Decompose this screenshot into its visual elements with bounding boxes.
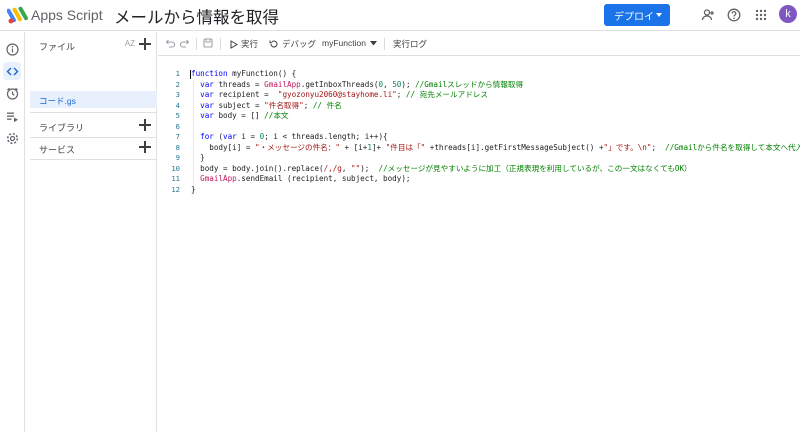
services-row[interactable]: サービス [30, 137, 157, 159]
line-number: 12 [171, 184, 180, 194]
files-label: ファイル [39, 42, 76, 52]
apps-script-logo-icon [7, 6, 28, 24]
file-panel: ファイル AZ コード.gs ライブラリ サービス [30, 32, 157, 432]
undo-icon[interactable] [165, 38, 175, 48]
help-icon[interactable] [725, 6, 743, 24]
code-line: var subject = "件名取得"; // 件名 [200, 100, 342, 110]
code-line: var body = [] //本文 [200, 111, 289, 120]
app-name: Apps Script [31, 7, 103, 23]
avatar[interactable]: k [779, 5, 797, 23]
left-rail [0, 32, 25, 432]
project-title[interactable]: メールから情報を取得 [110, 4, 283, 28]
save-icon[interactable] [203, 38, 213, 48]
line-number: 2 [175, 79, 180, 89]
add-file-icon[interactable] [139, 38, 151, 50]
add-library-icon[interactable] [139, 119, 151, 131]
apps-grid-icon[interactable] [752, 6, 770, 24]
code-editor[interactable]: 1 2 3 4 5 6 7 8 9 10 11 12 function myFunction() { … [158, 57, 800, 432]
line-number: 7 [175, 132, 180, 141]
toolbar-separator [384, 38, 385, 50]
chevron-down-icon [369, 40, 377, 45]
line-number: 1 [175, 69, 180, 78]
chevron-down-icon [656, 13, 662, 17]
line-number: 6 [175, 121, 180, 131]
execution-log-label: 実行ログ [393, 39, 428, 49]
code-line: function myFunction() { [191, 69, 297, 78]
libraries-label: ライブラリ [39, 123, 85, 133]
run-button[interactable]: 実行 [230, 38, 258, 50]
code-line: body[i] = "・メッセージの件名：" + [i+1]+ "件目は「" +… [191, 142, 800, 152]
code-line: for (var i = 0; i < threads.length; i++)… [200, 132, 388, 141]
code-line: var recipient = "gyozonyu2060@stayhome.l… [200, 90, 488, 99]
services-label: サービス [39, 145, 76, 155]
debug-label: デバッグ [282, 39, 317, 49]
add-person-icon[interactable] [699, 6, 717, 24]
deploy-button-label: デプロイ [614, 11, 654, 23]
redo-icon[interactable] [180, 38, 190, 48]
line-number: 3 [175, 90, 180, 99]
file-name: コード.gs [39, 96, 76, 106]
file-item-code-gs[interactable]: コード.gs [30, 91, 157, 108]
debug-button[interactable]: デバッグ [269, 38, 316, 50]
line-number: 4 [175, 100, 180, 110]
toolbar-separator [196, 38, 197, 50]
function-select[interactable]: myFunction [322, 38, 377, 48]
executions-icon[interactable] [3, 107, 21, 125]
code-line: var threads = GmailApp.getInboxThreads(0… [200, 79, 524, 89]
execution-log-button[interactable]: 実行ログ [393, 38, 427, 50]
function-select-value: myFunction [322, 38, 366, 48]
code-line: body = body.join().replace(/,/g, ""); //… [191, 163, 692, 173]
line-number: 5 [175, 111, 180, 120]
run-icon [230, 39, 238, 49]
clock-icon[interactable] [3, 84, 21, 102]
line-number: 10 [171, 163, 180, 173]
code-line: } [191, 153, 205, 162]
code-line: } [191, 184, 196, 194]
add-service-icon[interactable] [139, 141, 151, 153]
divider [30, 159, 157, 160]
sort-az-icon[interactable]: AZ [125, 39, 135, 48]
code-line: GmailApp.sendEmail (recipient, subject, … [200, 174, 411, 183]
info-icon[interactable] [3, 40, 21, 58]
gear-icon[interactable] [3, 129, 21, 147]
divider [30, 112, 157, 113]
toolbar-separator [220, 38, 221, 50]
libraries-row[interactable]: ライブラリ [30, 115, 157, 137]
app-header: Apps Script メールから情報を取得 デプロイ k [0, 0, 800, 31]
code-icon[interactable] [3, 62, 21, 80]
code-lines[interactable]: function myFunction() { var threads = Gm… [191, 69, 800, 195]
debug-icon [269, 40, 278, 48]
files-header: ファイル AZ [30, 34, 157, 56]
line-number: 9 [175, 153, 180, 162]
line-number: 8 [175, 142, 180, 152]
deploy-button[interactable]: デプロイ [604, 4, 670, 26]
run-label: 実行 [241, 39, 259, 49]
line-numbers: 1 2 3 4 5 6 7 8 9 10 11 12 [158, 69, 180, 195]
line-number: 11 [171, 174, 180, 183]
editor-toolbar: 実行 デバッグ myFunction 実行ログ [158, 32, 800, 56]
